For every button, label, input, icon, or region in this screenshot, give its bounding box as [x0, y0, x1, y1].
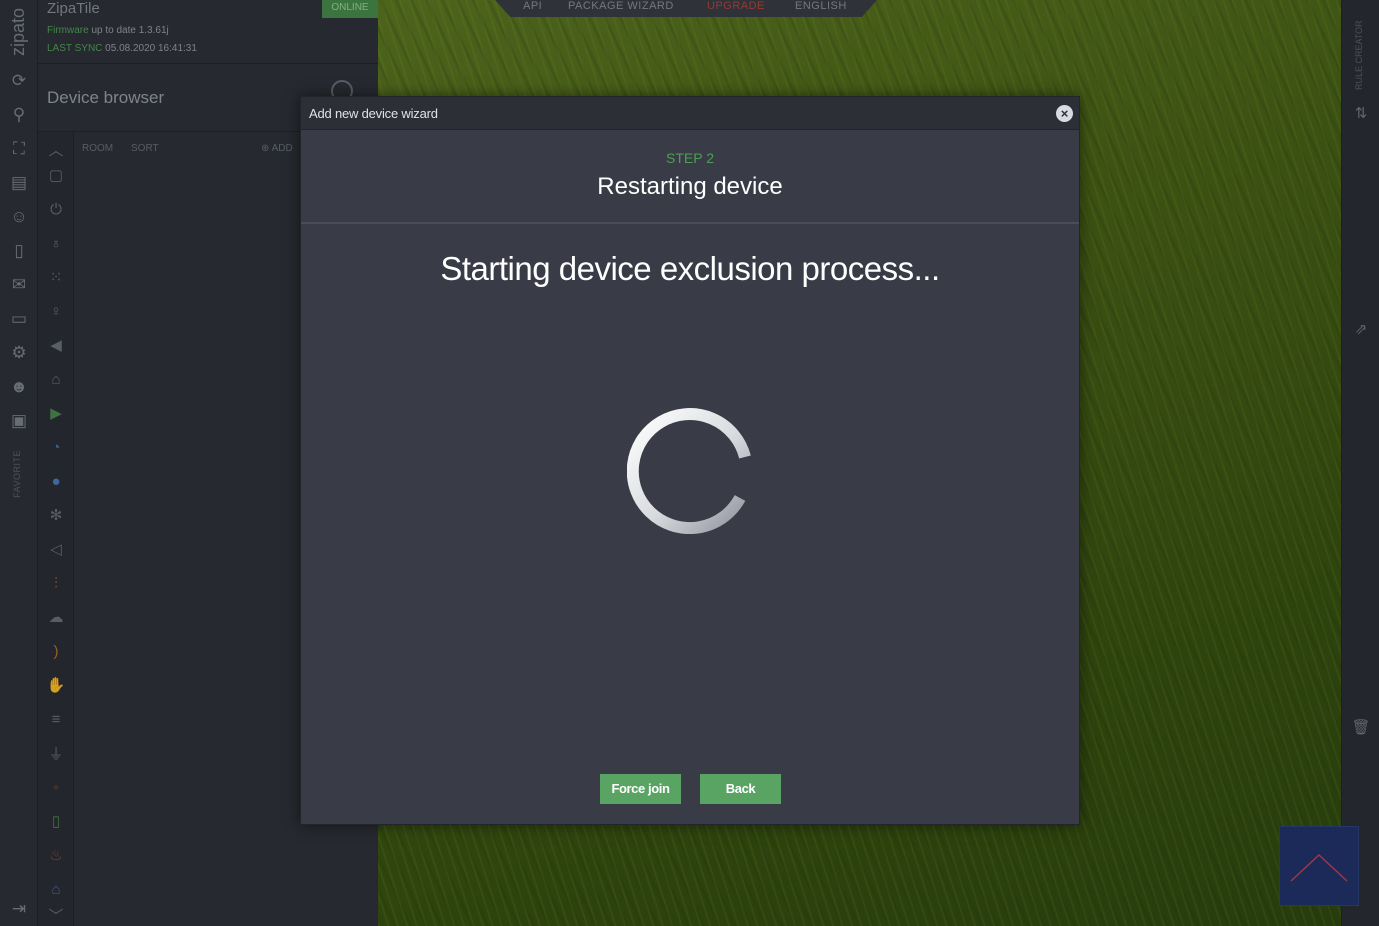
back-button[interactable]: Back	[700, 774, 781, 804]
divider	[301, 222, 1079, 224]
modal-title: Add new device wizard	[309, 106, 438, 121]
modal-header: Add new device wizard ×	[301, 97, 1079, 130]
loading-spinner-icon	[627, 408, 751, 534]
step-label: STEP 2	[666, 150, 714, 166]
force-join-button[interactable]: Force join	[600, 774, 681, 804]
step-title: Restarting device	[597, 173, 783, 200]
add-device-wizard-modal: Add new device wizard × STEP 2 Restartin…	[300, 96, 1080, 825]
close-icon[interactable]: ×	[1056, 105, 1073, 122]
status-message: Starting device exclusion process...	[440, 250, 940, 287]
